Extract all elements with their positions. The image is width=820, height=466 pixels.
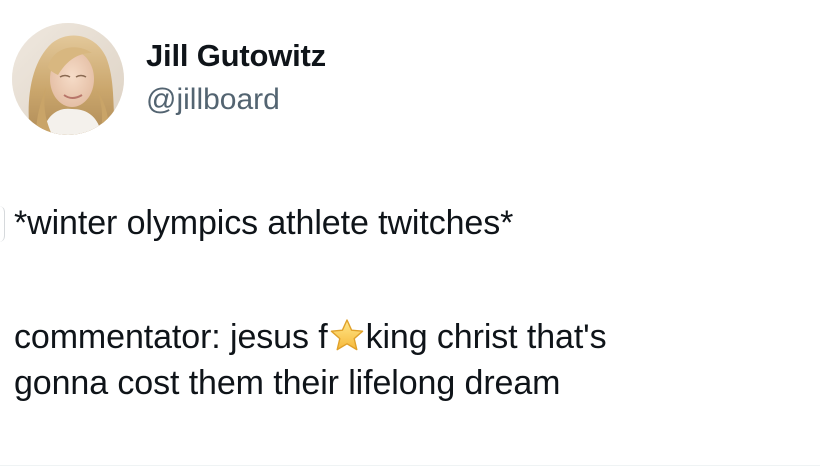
avatar[interactable] bbox=[12, 23, 124, 135]
tweet-text-line-2-after: king christ that's bbox=[365, 318, 607, 356]
tweet-author: Jill Gutowitz @jillboard bbox=[146, 36, 326, 120]
scroll-edge-indicator bbox=[0, 206, 5, 242]
star-emoji-icon bbox=[329, 318, 365, 352]
tweet-text-line-2: commentator: jesus f king christ that's bbox=[14, 314, 814, 360]
author-display-name[interactable]: Jill Gutowitz bbox=[146, 36, 326, 76]
tweet-text: *winter olympics athlete twitches* comme… bbox=[14, 200, 814, 406]
author-handle[interactable]: @jillboard bbox=[146, 80, 326, 120]
tweet-text-line-3: gonna cost them their lifelong dream bbox=[14, 364, 561, 402]
tweet-text-line-2-before: commentator: jesus f bbox=[14, 318, 328, 356]
tweet-card: Jill Gutowitz @jillboard *winter olympic… bbox=[0, 0, 820, 466]
profile-photo-avatar bbox=[12, 23, 124, 135]
tweet-text-line-1: *winter olympics athlete twitches* bbox=[14, 204, 514, 242]
